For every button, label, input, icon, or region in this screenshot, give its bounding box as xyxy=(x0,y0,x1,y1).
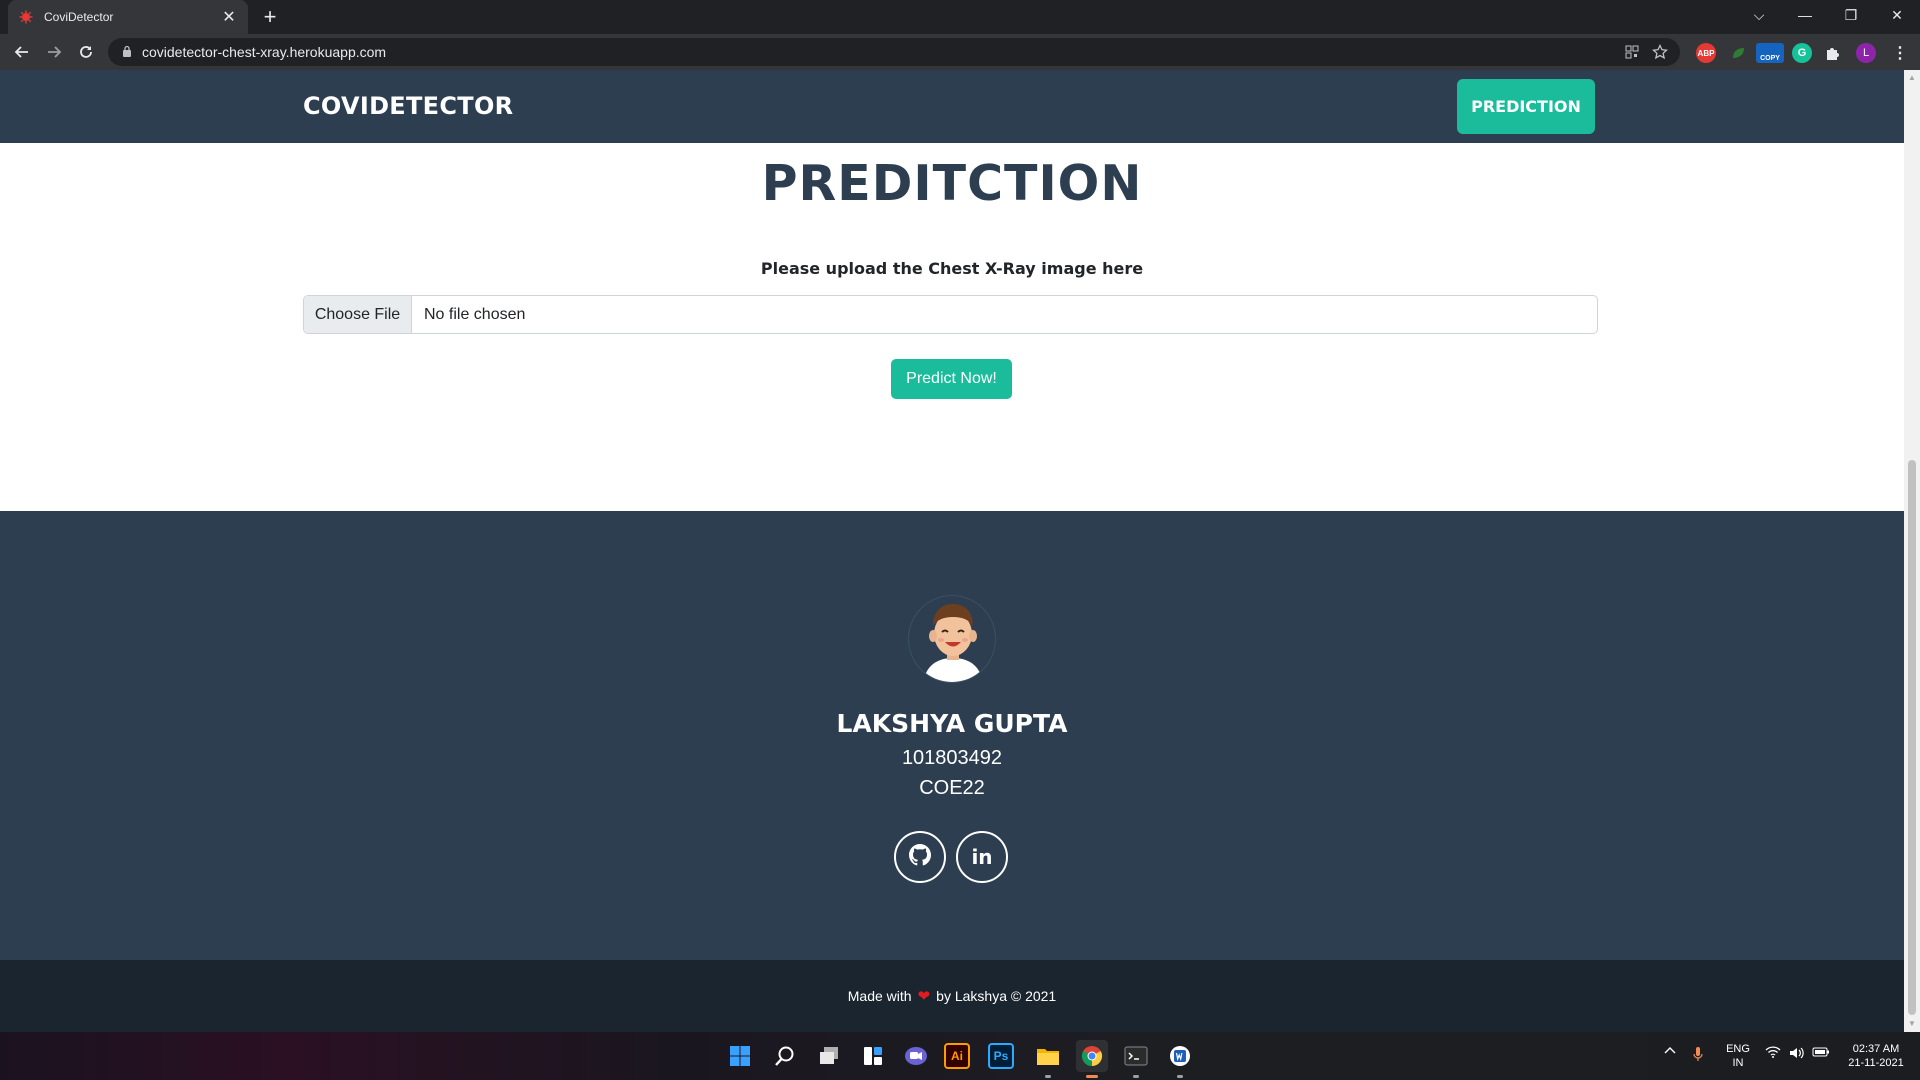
battery-icon[interactable] xyxy=(1812,1046,1830,1058)
predict-now-button[interactable]: Predict Now! xyxy=(891,359,1012,399)
photoshop-icon[interactable]: Ps xyxy=(988,1043,1014,1069)
tab-search-dropdown-icon[interactable]: ⌵ xyxy=(1736,0,1782,30)
windows-start-icon[interactable] xyxy=(724,1040,756,1072)
page-scrollbar[interactable]: ▲ ▼ xyxy=(1904,70,1920,1032)
illustrator-icon[interactable]: Ai xyxy=(944,1043,970,1069)
site-brand[interactable]: COVIDETECTOR xyxy=(303,92,513,120)
chrome-icon[interactable] xyxy=(1076,1040,1108,1072)
scroll-down-arrow-icon[interactable]: ▼ xyxy=(1904,1016,1920,1032)
new-tab-button[interactable]: + xyxy=(258,4,282,30)
restore-window-button[interactable]: ❐ xyxy=(1828,0,1874,30)
browser-tab[interactable]: CoviDetector ✕ xyxy=(8,0,248,34)
adblock-extension-icon[interactable]: ABP xyxy=(1696,43,1716,63)
terminal-icon[interactable] xyxy=(1120,1040,1152,1072)
url-text: covidetector-chest-xray.herokuapp.com xyxy=(142,44,387,60)
choose-file-button[interactable]: Choose File xyxy=(304,296,412,333)
widgets-icon[interactable] xyxy=(857,1040,889,1072)
chrome-active-indicator xyxy=(1086,1075,1098,1078)
microphone-icon[interactable] xyxy=(1690,1046,1706,1062)
bookmark-star-icon[interactable] xyxy=(1650,42,1670,62)
prediction-nav-button[interactable]: PREDICTION xyxy=(1457,79,1595,134)
by-line-text: by Lakshya © 2021 xyxy=(936,988,1057,1004)
scroll-up-arrow-icon[interactable]: ▲ xyxy=(1904,70,1920,86)
clock-date: 21-11-2021 xyxy=(1848,1057,1904,1069)
chat-icon[interactable] xyxy=(900,1040,932,1072)
virus-favicon-icon xyxy=(18,9,34,25)
profile-avatar[interactable]: L xyxy=(1856,43,1876,63)
chest-xray-file-input[interactable]: Choose File No file chosen xyxy=(303,295,1598,334)
copy-extension-icon[interactable]: COPY xyxy=(1756,43,1784,63)
terminal-running-indicator xyxy=(1133,1075,1139,1078)
grammarly-extension-icon[interactable]: G xyxy=(1792,43,1812,63)
github-icon xyxy=(909,843,931,871)
qr-code-icon[interactable] xyxy=(1622,42,1642,62)
tab-title: CoviDetector xyxy=(44,10,114,24)
scrollbar-thumb[interactable] xyxy=(1908,460,1916,1015)
author-roll-number: 101803492 xyxy=(901,747,1003,769)
task-view-icon[interactable] xyxy=(813,1040,845,1072)
copyright-bar: Made with ❤ by Lakshya © 2021 xyxy=(0,960,1904,1032)
language-code: ENG xyxy=(1726,1043,1750,1055)
author-name: LAKSHYA GUPTA xyxy=(836,709,1068,738)
windows-taskbar: Ai Ps ENG IN 02:37 AM 21-11-2021 xyxy=(0,1032,1920,1080)
minimize-window-button[interactable]: — xyxy=(1782,0,1828,30)
clock-time: 02:37 AM xyxy=(1852,1043,1900,1055)
close-window-button[interactable]: ✕ xyxy=(1874,0,1920,30)
extensions-puzzle-icon[interactable] xyxy=(1822,43,1842,63)
author-group: COE22 xyxy=(919,777,985,799)
site-navbar: COVIDETECTOR PREDICTION xyxy=(0,70,1904,143)
page-viewport: COVIDETECTOR PREDICTION PREDITCTION Plea… xyxy=(0,70,1904,1032)
heart-icon: ❤ xyxy=(917,988,931,1005)
language-region: IN xyxy=(1732,1057,1744,1069)
volume-icon[interactable] xyxy=(1788,1046,1806,1060)
tray-chevron-up-icon[interactable] xyxy=(1662,1046,1678,1054)
system-clock[interactable]: 02:37 AM 21-11-2021 xyxy=(1840,1042,1912,1070)
reload-icon[interactable] xyxy=(74,40,98,64)
browser-menu-icon[interactable]: ⋮ xyxy=(1890,43,1910,63)
word-app-icon[interactable] xyxy=(1164,1040,1196,1072)
language-indicator[interactable]: ENG IN xyxy=(1720,1042,1756,1070)
upload-instruction: Please upload the Chest X-Ray image here xyxy=(760,259,1144,278)
footer: LAKSHYA GUPTA 101803492 COE22 in xyxy=(0,511,1904,960)
made-with-text: Made with xyxy=(847,988,912,1004)
search-icon[interactable] xyxy=(769,1040,801,1072)
leaf-extension-icon[interactable] xyxy=(1728,43,1748,63)
avatar xyxy=(908,595,996,683)
word-running-indicator xyxy=(1177,1075,1183,1078)
lock-icon xyxy=(122,45,132,60)
address-bar[interactable]: covidetector-chest-xray.herokuapp.com xyxy=(108,38,1680,66)
tab-close-icon[interactable]: ✕ xyxy=(220,7,238,27)
github-link[interactable] xyxy=(894,831,946,883)
file-explorer-icon[interactable] xyxy=(1032,1040,1064,1072)
file-explorer-running-indicator xyxy=(1045,1075,1051,1078)
page-title: PREDITCTION xyxy=(761,155,1143,212)
linkedin-icon: in xyxy=(971,845,993,869)
linkedin-link[interactable]: in xyxy=(956,831,1008,883)
browser-tabstrip: CoviDetector ✕ + ⌵ — ❐ ✕ xyxy=(0,0,1920,34)
forward-arrow-icon[interactable] xyxy=(42,40,66,64)
file-status-text: No file chosen xyxy=(424,305,526,323)
wifi-icon[interactable] xyxy=(1764,1046,1782,1058)
browser-toolbar: covidetector-chest-xray.herokuapp.com xyxy=(0,34,1920,70)
back-arrow-icon[interactable] xyxy=(10,40,34,64)
